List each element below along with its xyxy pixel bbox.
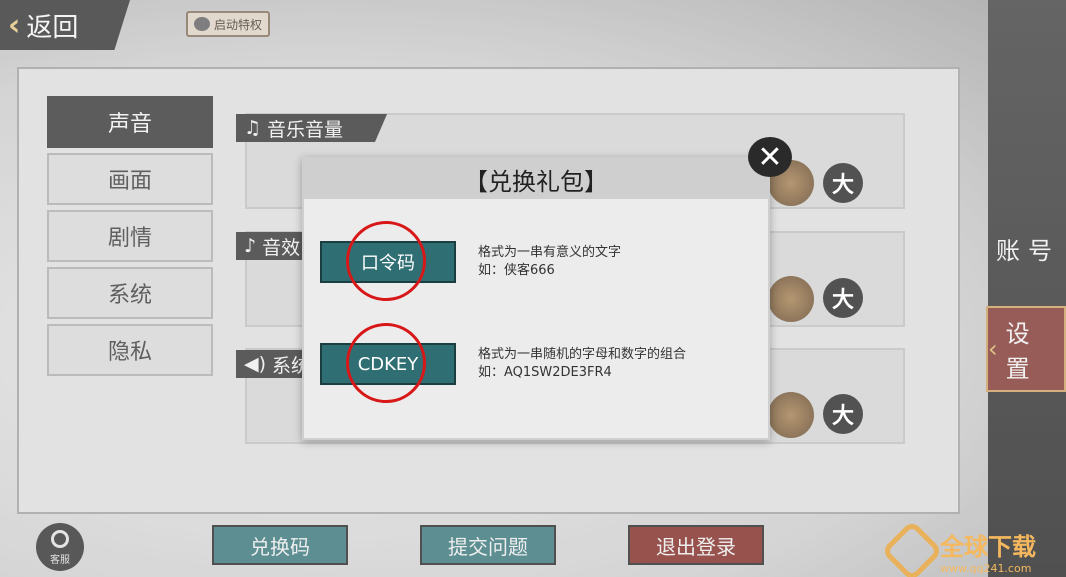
highlight-circle bbox=[346, 323, 426, 403]
game-scene: ‹ 返回 启动特权 声音 画面 剧情 系统 隐私 ♫ 音乐音量 大 ♪ 音效 大… bbox=[0, 0, 1066, 577]
cdkey-desc-line2: 如：AQ1SW2DE3FR4 bbox=[478, 365, 612, 380]
cdkey-description: 格式为一串随机的字母和数字的组合 如：AQ1SW2DE3FR4 bbox=[478, 346, 686, 382]
password-description: 格式为一串有意义的文字 如：侠客666 bbox=[478, 244, 621, 280]
close-modal-button[interactable]: ✕ bbox=[748, 137, 792, 177]
modal-title: 【兑换礼包】 bbox=[304, 159, 768, 199]
password-desc-line2: 如：侠客666 bbox=[478, 263, 555, 278]
highlight-circle bbox=[346, 221, 426, 301]
close-icon: ✕ bbox=[757, 139, 783, 175]
password-desc-line1: 格式为一串有意义的文字 bbox=[478, 245, 622, 260]
cdkey-desc-line1: 格式为一串随机的字母和数字的组合 bbox=[478, 347, 687, 362]
